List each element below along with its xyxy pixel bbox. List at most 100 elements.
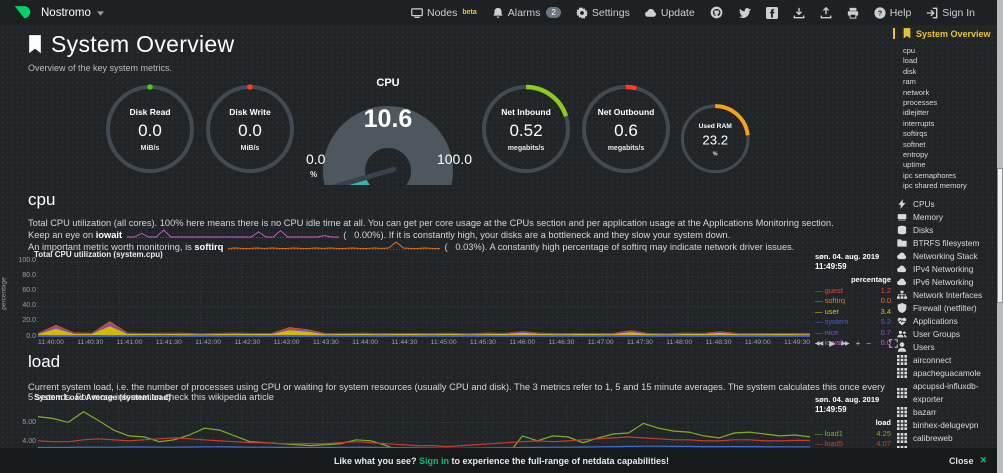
sidebar-section-item[interactable]: Firewall (netfilter) — [893, 302, 997, 315]
signin-icon — [926, 7, 938, 19]
fast-forward-button[interactable]: ▶▶ — [841, 340, 848, 347]
sidebar-section-label: Memory — [913, 211, 943, 224]
gauge-title: Disk Read — [129, 107, 170, 117]
sidebar-section-item[interactable]: Memory — [893, 211, 997, 224]
help-icon: ? — [874, 7, 886, 19]
cpu-chart[interactable]: Total CPU utilization (system.cpu) perce… — [0, 250, 893, 372]
netdata-logo-icon — [14, 4, 31, 21]
sidebar-subitem[interactable]: entropy — [903, 150, 997, 160]
upload-icon — [820, 7, 832, 19]
grid-icon — [897, 388, 907, 398]
signin-link[interactable]: Sign in — [419, 456, 449, 466]
x-tick-label: 11:40:30 — [77, 339, 103, 346]
update-button[interactable]: Update — [645, 7, 695, 19]
sidebar-section-item[interactable]: Disks — [893, 224, 997, 237]
sidebar-section-item[interactable]: Network Interfaces — [893, 289, 997, 302]
legend-row[interactable]: nice 0.7 — [815, 328, 891, 337]
scrollbar-thumb[interactable] — [997, 168, 1003, 303]
used-ram-gauge[interactable]: Used RAM 23.2 % — [677, 103, 753, 181]
y-tick-label: 5.00 — [22, 419, 36, 426]
sidebar-subitem[interactable]: ipc semaphores — [903, 171, 997, 181]
x-tick-label: 11:45:30 — [470, 339, 496, 346]
sidebar-section-item[interactable]: CPUs — [893, 198, 997, 211]
cpu-x-axis: 11:40:0011:40:3011:41:0011:41:3011:42:00… — [38, 339, 810, 346]
sidebar-subitem[interactable]: network — [903, 88, 997, 98]
user-icon — [897, 342, 907, 352]
legend-row[interactable]: system 5.2 — [815, 317, 891, 326]
page-subtitle: Overview of the key system metrics. — [28, 63, 234, 73]
sidebar-subitem[interactable]: disk — [903, 67, 997, 77]
y-tick-label: 4.00 — [22, 438, 36, 445]
sidebar-subitem[interactable]: load — [903, 56, 997, 66]
sidebar-section-item[interactable]: BTRFS filesystem — [893, 237, 997, 250]
sidebar-app-item[interactable]: bazarr — [893, 406, 997, 419]
sidebar-section-item[interactable]: Applications — [893, 315, 997, 328]
hostname-dropdown[interactable]: Nostromo — [41, 7, 104, 19]
settings-button[interactable]: Settings — [576, 7, 630, 19]
sidebar-subitem[interactable]: interrupts — [903, 119, 997, 129]
legend-row[interactable]: load1 4.25 — [815, 429, 891, 438]
right-sidebar: System Overview cpuloaddiskramnetworkpro… — [893, 28, 997, 473]
sidebar-section-item[interactable]: Networking Stack — [893, 250, 997, 263]
bolt-icon — [897, 199, 907, 209]
net-outbound-gauge[interactable]: Net Outbound 0.6 megabits/s — [577, 83, 675, 183]
alarms-button[interactable]: Alarms 2 — [492, 7, 561, 19]
help-button[interactable]: ? Help — [874, 7, 912, 19]
sidebar-subitem[interactable]: uptime — [903, 160, 997, 170]
sidebar-item-system-overview[interactable]: System Overview — [893, 28, 997, 39]
legend-row[interactable]: load5 4.07 — [815, 439, 891, 448]
signin-button[interactable]: Sign In — [926, 7, 975, 19]
close-banner-button[interactable]: Close ✕ — [949, 455, 987, 466]
iowait-sparkline[interactable] — [127, 229, 339, 238]
sidebar-app-label: binhex-delugevpn — [913, 419, 979, 432]
sidebar-subitem[interactable]: processes — [903, 98, 997, 108]
page-scrollbar[interactable] — [997, 0, 1003, 473]
x-tick-label: 11:46:30 — [548, 339, 574, 346]
cpu-plot-area[interactable] — [38, 261, 810, 337]
sidebar-app-item[interactable]: calibreweb — [893, 432, 997, 445]
legend-dimension-value: 4.07 — [876, 439, 891, 448]
disk-read-gauge[interactable]: Disk Read 0.0 MiB/s — [101, 83, 199, 183]
softirq-sparkline[interactable] — [228, 241, 440, 250]
sidebar-app-item[interactable]: apacheguacamole — [893, 367, 997, 380]
import-button[interactable] — [820, 7, 832, 19]
facebook-icon — [766, 7, 778, 19]
facebook-button[interactable] — [766, 7, 778, 19]
sidebar-section-item[interactable]: Users — [893, 341, 997, 354]
legend-row[interactable]: guest 1.2 — [815, 286, 891, 295]
sidebar-section-item[interactable]: User Groups — [893, 328, 997, 341]
play-button[interactable]: ▶ — [829, 339, 834, 348]
legend-row[interactable]: user 3.4 — [815, 307, 891, 316]
sidebar-subitem[interactable]: ram — [903, 77, 997, 87]
cpu-gauge[interactable]: CPU 10.6 0.0 100.0 % — [304, 77, 472, 185]
sidebar-app-item[interactable]: airconnect — [893, 354, 997, 367]
export-button[interactable] — [793, 7, 805, 19]
zoom-out-button[interactable]: − — [866, 339, 870, 348]
x-tick-label: 11:43:30 — [313, 339, 339, 346]
legend-row[interactable]: softirq 0.0 — [815, 296, 891, 305]
sidebar-subitem[interactable]: softirqs — [903, 129, 997, 139]
twitter-button[interactable] — [738, 7, 751, 19]
zoom-in-button[interactable]: + — [856, 339, 860, 348]
gauge-value: 0.52 — [509, 121, 542, 141]
sidebar-section-item[interactable]: IPv4 Networking — [893, 263, 997, 276]
grid-icon — [897, 433, 907, 443]
disk-write-gauge[interactable]: Disk Write 0.0 MiB/s — [201, 83, 299, 183]
nodes-button[interactable]: Nodes beta — [411, 7, 477, 19]
print-button[interactable] — [847, 7, 859, 19]
sidebar-section-label: Network Interfaces — [913, 289, 982, 302]
sidebar-subitem[interactable]: ipc shared memory — [903, 181, 997, 191]
x-tick-label: 11:45:00 — [431, 339, 457, 346]
sidebar-app-item[interactable]: binhex-delugevpn — [893, 419, 997, 432]
users-icon — [897, 329, 907, 339]
sidebar-app-item[interactable]: apcupsd-influxdb-exporter — [893, 380, 997, 406]
sidebar-subitem[interactable]: softnet — [903, 140, 997, 150]
sidebar-section-item[interactable]: IPv6 Networking — [893, 276, 997, 289]
rewind-button[interactable]: ◀◀ — [815, 340, 822, 347]
sidebar-subitem[interactable]: cpu — [903, 46, 997, 56]
settings-label: Settings — [592, 7, 630, 19]
sidebar-subitem[interactable]: idlejitter — [903, 108, 997, 118]
net-inbound-gauge[interactable]: Net Inbound 0.52 megabits/s — [477, 83, 575, 183]
chart-title: Total CPU utilization (system.cpu) — [34, 250, 163, 259]
github-button[interactable] — [710, 6, 723, 19]
